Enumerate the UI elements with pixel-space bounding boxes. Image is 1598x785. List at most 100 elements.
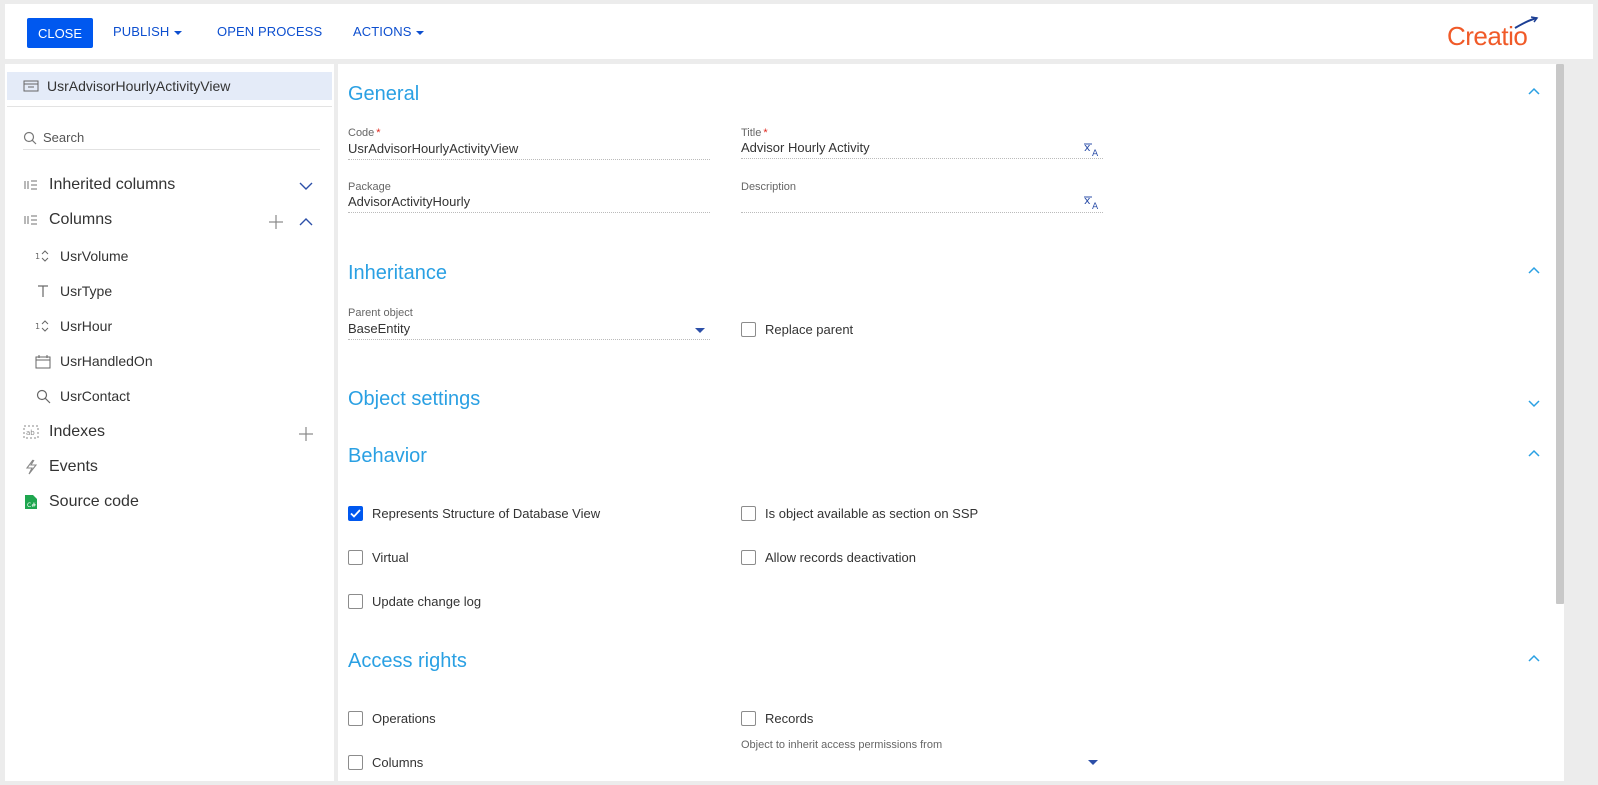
title-field[interactable]: Advisor Hourly Activity [741,137,1103,159]
integer-icon: 1 [34,250,52,262]
allow-deactivation-checkbox[interactable]: Allow records deactivation [741,550,916,565]
column-item[interactable]: UsrHandledOn [34,353,153,369]
actions-label: ACTIONS [353,24,412,39]
inherit-permissions-label: Object to inherit access permissions fro… [741,739,943,751]
allow-deactivation-label: Allow records deactivation [765,550,917,565]
chevron-down-icon [299,182,313,190]
inherited-columns-node[interactable]: Inherited columns [21,176,175,194]
events-label: Events [49,458,98,475]
structure-sidebar: UsrAdvisorHourlyActivityView Inherited c… [5,64,334,781]
plus-icon [269,215,283,229]
section-title-general[interactable]: General [348,83,419,106]
add-column-button[interactable] [267,213,285,231]
plus-icon [299,427,313,441]
expand-object-settings-button[interactable] [1528,400,1540,408]
column-item[interactable]: UsrType [34,283,112,299]
object-node-label: UsrAdvisorHourlyActivityView [47,78,231,94]
indexes-icon: ab [21,425,41,439]
checkbox-box [348,594,363,609]
columns-icon [21,214,41,226]
columns-access-checkbox[interactable]: Columns [348,755,423,770]
object-node[interactable]: UsrAdvisorHourlyActivityView [7,72,332,100]
collapse-behavior-button[interactable] [1528,449,1540,457]
checkbox-box [348,755,363,770]
package-field[interactable]: AdvisorActivityHourly [348,191,710,213]
columns-icon [21,179,41,191]
checkbox-box [348,506,363,521]
chevron-down-icon[interactable] [1088,760,1098,765]
integer-icon: 1 [34,320,52,332]
scrollbar[interactable] [1556,64,1564,604]
represents-view-label: Represents Structure of Database View [372,506,601,521]
check-icon [350,509,361,518]
checkbox-box [348,711,363,726]
description-field[interactable] [741,191,1103,213]
virtual-label: Virtual [372,550,409,565]
chevron-down-icon [1528,400,1540,408]
chevron-up-icon [1528,654,1540,662]
collapse-inheritance-button[interactable] [1528,266,1540,274]
parent-object-select[interactable]: BaseEntity [348,318,710,340]
collapse-general-button[interactable] [1528,87,1540,95]
section-title-inheritance[interactable]: Inheritance [348,262,447,285]
chevron-up-icon [299,218,313,226]
svg-text:C#: C# [27,502,36,509]
calendar-icon [34,354,52,369]
object-icon [23,79,39,93]
actions-button[interactable]: ACTIONS [353,4,425,59]
search-icon [23,131,37,145]
checkbox-box [741,711,756,726]
column-item-label: UsrVolume [60,248,129,264]
section-title-access-rights[interactable]: Access rights [348,650,467,673]
svg-text:1: 1 [35,252,40,261]
events-node[interactable]: Events [21,458,98,476]
source-code-node[interactable]: C# Source code [21,493,139,511]
expand-inherited-button[interactable] [297,177,315,195]
add-index-button[interactable] [297,425,315,443]
virtual-checkbox[interactable]: Virtual [348,550,409,565]
collapse-access-rights-button[interactable] [1528,654,1540,662]
checkbox-box [741,322,756,337]
translate-icon[interactable]: xA [1084,142,1102,156]
logo-swoosh-icon [1514,16,1539,29]
svg-text:1: 1 [35,322,40,331]
represents-view-checkbox[interactable]: Represents Structure of Database View [348,506,600,521]
update-change-log-checkbox[interactable]: Update change log [348,594,481,609]
indexes-label: Indexes [49,423,106,440]
code-field[interactable]: UsrAdvisorHourlyActivityView [348,138,710,160]
columns-node[interactable]: Columns [21,211,112,229]
chevron-down-icon [416,30,425,35]
update-change-log-label: Update change log [372,594,482,609]
chevron-down-icon[interactable] [695,328,705,333]
replace-parent-label: Replace parent [765,322,854,337]
collapse-columns-button[interactable] [297,213,315,231]
section-title-behavior[interactable]: Behavior [348,445,427,468]
checkbox-box [741,506,756,521]
replace-parent-checkbox[interactable]: Replace parent [741,322,853,337]
svg-text:ab: ab [26,429,35,437]
records-checkbox[interactable]: Records [741,711,813,726]
column-item-label: UsrHandledOn [60,353,153,369]
object-properties-panel: General Code * UsrAdvisorHourlyActivityVi… [338,64,1564,781]
operations-checkbox[interactable]: Operations [348,711,436,726]
toolbar: CLOSE PUBLISH OPEN PROCESS ACTIONS Creat… [5,4,1593,59]
search-input[interactable] [43,130,303,145]
indexes-node[interactable]: ab Indexes [21,423,105,441]
column-item[interactable]: 1 UsrHour [34,318,112,334]
search-box [23,126,320,150]
close-button[interactable]: CLOSE [27,18,93,48]
ssp-section-label: Is object available as section on SSP [765,506,979,521]
divider [7,106,332,107]
records-label: Records [765,711,814,726]
source-code-icon: C# [21,494,41,510]
chevron-up-icon [1528,266,1540,274]
open-process-button[interactable]: OPEN PROCESS [217,4,322,59]
svg-text:A: A [1092,202,1099,209]
section-title-object-settings[interactable]: Object settings [348,388,480,411]
column-item[interactable]: UsrContact [34,388,130,404]
publish-button[interactable]: PUBLISH [113,4,183,59]
translate-icon[interactable]: xA [1084,195,1102,209]
ssp-section-checkbox[interactable]: Is object available as section on SSP [741,506,978,521]
column-item[interactable]: 1 UsrVolume [34,248,128,264]
creatio-logo: Creatio [1447,16,1547,52]
